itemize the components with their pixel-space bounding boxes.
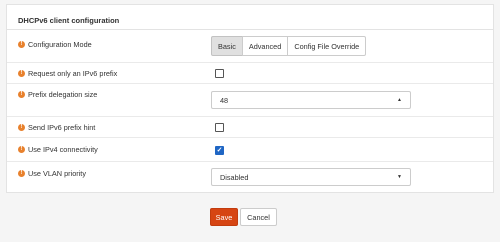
request-prefix-label: ! Request only an IPv6 prefix bbox=[18, 69, 117, 78]
divider bbox=[7, 29, 493, 30]
divider bbox=[7, 161, 493, 162]
vlan-priority-value: Disabled bbox=[220, 172, 249, 182]
request-prefix-checkbox[interactable] bbox=[215, 69, 224, 78]
divider bbox=[7, 62, 493, 63]
divider bbox=[7, 137, 493, 138]
divider bbox=[7, 83, 493, 84]
use-ipv4-label: ! Use IPv4 connectivity bbox=[18, 145, 98, 154]
caret-down-icon: ▼ bbox=[397, 174, 402, 180]
config-mode-label: ! Configuration Mode bbox=[18, 40, 92, 49]
request-prefix-text: Request only an IPv6 prefix bbox=[28, 69, 118, 78]
info-icon[interactable]: ! bbox=[18, 124, 25, 131]
info-icon[interactable]: ! bbox=[18, 41, 25, 48]
divider bbox=[7, 116, 493, 117]
dhcpv6-config-panel: DHCPv6 client configuration ! Configurat… bbox=[6, 4, 494, 193]
mode-config-override-button[interactable]: Config File Override bbox=[287, 36, 367, 56]
send-hint-checkbox[interactable] bbox=[215, 123, 224, 132]
prefix-delegation-label: ! Prefix delegation size bbox=[18, 90, 97, 99]
mode-basic-button[interactable]: Basic bbox=[211, 36, 243, 56]
info-icon[interactable]: ! bbox=[18, 170, 25, 177]
prefix-delegation-value: 48 bbox=[220, 95, 229, 105]
panel-title: DHCPv6 client configuration bbox=[18, 16, 120, 25]
vlan-priority-label: ! Use VLAN priority bbox=[18, 169, 86, 178]
caret-up-icon: ▲ bbox=[397, 97, 402, 103]
info-icon[interactable]: ! bbox=[18, 70, 25, 77]
mode-advanced-button[interactable]: Advanced bbox=[241, 36, 289, 56]
prefix-delegation-text: Prefix delegation size bbox=[28, 90, 98, 99]
info-icon[interactable]: ! bbox=[18, 146, 25, 153]
use-ipv4-checkbox[interactable]: ✓ bbox=[215, 146, 224, 155]
use-ipv4-text: Use IPv4 connectivity bbox=[28, 145, 98, 154]
save-button[interactable]: Save bbox=[210, 208, 238, 226]
vlan-priority-select[interactable]: Disabled ▼ bbox=[211, 168, 411, 186]
config-mode-toggle: Basic Advanced Config File Override bbox=[211, 36, 367, 56]
config-mode-text: Configuration Mode bbox=[28, 40, 92, 49]
cancel-button[interactable]: Cancel bbox=[240, 208, 277, 226]
vlan-priority-text: Use VLAN priority bbox=[28, 169, 86, 178]
prefix-delegation-select[interactable]: 48 ▲ bbox=[211, 91, 411, 109]
send-hint-label: ! Send IPv6 prefix hint bbox=[18, 123, 95, 132]
send-hint-text: Send IPv6 prefix hint bbox=[28, 123, 96, 132]
info-icon[interactable]: ! bbox=[18, 91, 25, 98]
